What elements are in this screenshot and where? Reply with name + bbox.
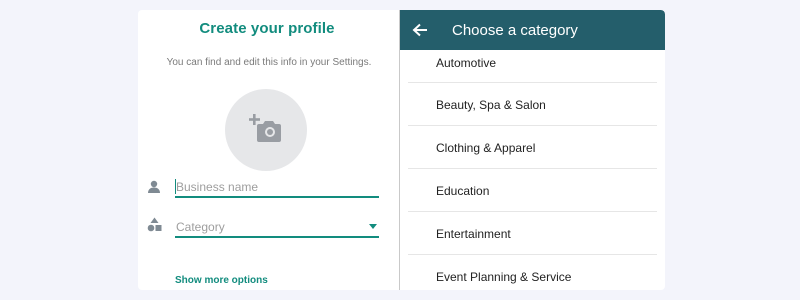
category-item-label: Clothing & Apparel (436, 141, 536, 155)
profile-subtitle: You can find and edit this info in your … (166, 57, 372, 68)
create-profile-panel: Create your profile You can find and edi… (138, 10, 400, 290)
category-panel: Choose a category Automotive Beauty, Spa… (400, 10, 665, 290)
back-arrow-icon[interactable] (412, 23, 428, 37)
category-item-label: Event Planning & Service (436, 270, 572, 284)
category-item-education[interactable]: Education (408, 169, 657, 212)
category-item-automotive[interactable]: Automotive (408, 50, 657, 83)
category-item-label: Education (436, 184, 490, 198)
dropdown-arrow-icon (369, 224, 377, 229)
business-name-input[interactable]: Business name (175, 178, 379, 198)
category-shapes-icon (147, 217, 162, 232)
add-photo-camera-icon (249, 114, 281, 142)
category-item-clothing-apparel[interactable]: Clothing & Apparel (408, 126, 657, 169)
person-icon (148, 180, 160, 193)
category-item-beauty-spa-salon[interactable]: Beauty, Spa & Salon (408, 83, 657, 126)
category-header-title: Choose a category (452, 22, 578, 39)
category-item-entertainment[interactable]: Entertainment (408, 212, 657, 255)
category-item-label: Beauty, Spa & Salon (436, 98, 546, 112)
add-photo-button[interactable] (225, 89, 307, 171)
category-item-event-planning-service[interactable]: Event Planning & Service (408, 255, 657, 290)
profile-title: Create your profile (199, 20, 335, 37)
category-select[interactable]: Category (175, 218, 379, 238)
category-item-label: Entertainment (436, 227, 511, 241)
business-name-placeholder: Business name (176, 180, 259, 194)
category-header: Choose a category (400, 10, 665, 50)
category-item-label: Automotive (436, 56, 497, 70)
show-more-options-link[interactable]: Show more options (175, 275, 268, 286)
category-placeholder: Category (176, 220, 225, 234)
